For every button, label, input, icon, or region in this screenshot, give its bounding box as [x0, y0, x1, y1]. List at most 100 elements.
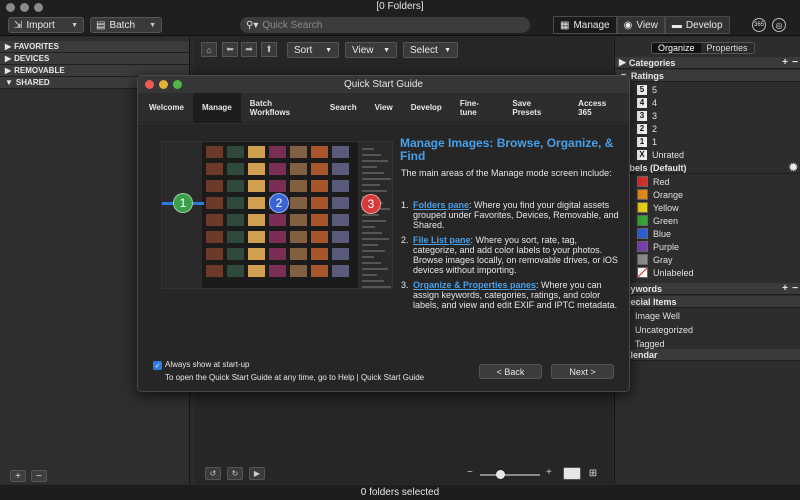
file-list-pane-link[interactable]: File List pane — [413, 235, 471, 245]
tab-batch-workflows[interactable]: Batch Workflows — [241, 93, 321, 123]
preview-thumbnail — [290, 180, 307, 192]
tab-view[interactable]: View — [366, 93, 402, 123]
dialog-heading: Manage Images: Browse, Organize, & Find — [400, 136, 614, 163]
rotate-right-icon[interactable]: ↻ — [227, 467, 243, 480]
zoom-out-icon[interactable]: − — [467, 467, 473, 478]
gear-icon[interactable]: ✹ — [789, 161, 798, 174]
label-row[interactable]: Green — [615, 214, 800, 227]
preview-thumbnail — [227, 248, 244, 260]
preview-thumbnail — [269, 163, 286, 175]
rating-row[interactable]: 22 — [615, 122, 800, 135]
add-keyword-icon[interactable]: + — [782, 283, 788, 294]
label-row[interactable]: Purple — [615, 240, 800, 253]
list-text: Organize & Properties panes: Where you c… — [413, 280, 623, 310]
preview-thumbnail — [311, 163, 328, 175]
remove-keyword-icon[interactable]: − — [792, 283, 798, 294]
tab-develop[interactable]: Develop — [402, 93, 451, 123]
view-dropdown-label: View — [352, 44, 374, 56]
add-folder-button[interactable]: + — [10, 470, 26, 482]
dialog-body: 1 2 3 Manage Images: Browse, Organize, &… — [138, 124, 629, 391]
rating-row[interactable]: 55 — [615, 83, 800, 96]
add-category-icon[interactable]: + — [782, 57, 788, 68]
list-number: 2. — [401, 235, 409, 245]
organize-properties-link[interactable]: Organize & Properties panes — [413, 280, 536, 290]
label-row[interactable]: Blue — [615, 227, 800, 240]
slideshow-icon[interactable]: ▶ — [249, 467, 265, 480]
forward-arrow-icon[interactable]: ➡ — [241, 42, 257, 57]
preview-folders-pane — [162, 142, 202, 288]
special-item[interactable]: Uncategorized — [615, 323, 800, 336]
tab-access-365[interactable]: Access 365 — [569, 93, 629, 123]
preview-panel-line — [362, 178, 391, 180]
rating-row[interactable]: X Unrated — [615, 148, 800, 161]
sort-dropdown[interactable]: Sort ▼ — [287, 42, 339, 58]
label-name: Blue — [653, 228, 672, 239]
remove-folder-button[interactable]: − — [31, 470, 47, 482]
batch-button[interactable]: ▤ Batch ▼ — [90, 17, 162, 33]
remove-category-icon[interactable]: − — [792, 57, 798, 68]
import-button[interactable]: ⇲ Import ▼ — [8, 17, 84, 33]
special-item[interactable]: Image Well — [615, 309, 800, 322]
tab-save-presets[interactable]: Save Presets — [503, 93, 569, 123]
tab-fine-tune[interactable]: Fine-tune — [451, 93, 504, 123]
label-row[interactable]: Gray — [615, 253, 800, 266]
access-365-icon[interactable]: 365 — [752, 18, 766, 32]
calendar-header[interactable]: Calendar — [615, 349, 800, 361]
categories-header[interactable]: ▶ Categories + − — [615, 57, 800, 69]
slider-knob[interactable] — [496, 470, 505, 479]
next-button[interactable]: Next > — [551, 364, 614, 379]
thumbnail-size-slider[interactable] — [480, 470, 540, 479]
keywords-header[interactable]: Keywords + − — [615, 283, 800, 295]
tab-welcome[interactable]: Welcome — [138, 93, 193, 123]
select-label: Select — [410, 44, 438, 56]
list-item: 1. Folders pane: Where you find your dig… — [401, 200, 623, 230]
rating-row[interactable]: 11 — [615, 135, 800, 148]
label-row[interactable]: Orange — [615, 188, 800, 201]
tab-manage[interactable]: Manage — [192, 92, 241, 123]
preview-thumbnail — [206, 146, 223, 158]
chevron-down-icon: ▼ — [383, 46, 390, 54]
zoom-in-icon[interactable]: + — [546, 467, 552, 478]
develop-mode-button[interactable]: ▬ Develop — [664, 16, 730, 34]
rotate-left-icon[interactable]: ↺ — [205, 467, 221, 480]
label-row[interactable]: Red — [615, 175, 800, 188]
labels-header[interactable]: Labels (Default) ✹ — [615, 162, 800, 174]
rating-row[interactable]: 44 — [615, 96, 800, 109]
folder-up-icon[interactable]: ⌂ — [201, 42, 217, 57]
search-input[interactable]: ⚲▾ Quick Search — [240, 17, 530, 33]
preview-panel-line — [362, 226, 375, 228]
dialog-tabs: Welcome Manage Batch Workflows Search Vi… — [138, 92, 629, 123]
favorites-section[interactable]: ▶ FAVORITES — [0, 41, 189, 53]
ratings-header[interactable]: ▼ Ratings — [615, 70, 800, 82]
preview-panel-line — [362, 274, 377, 276]
manage-mode-button[interactable]: ▦ Manage — [553, 16, 617, 34]
back-button[interactable]: < Back — [479, 364, 542, 379]
devices-section[interactable]: ▶ DEVICES — [0, 53, 189, 65]
back-arrow-icon[interactable]: ⬅ — [222, 42, 238, 57]
tab-organize[interactable]: Organize — [652, 43, 701, 53]
tab-properties[interactable]: Properties — [700, 43, 754, 53]
dialog-intro: The main areas of the Manage mode screen… — [401, 168, 612, 178]
preview-thumbnail — [206, 248, 223, 260]
preview-panel-line — [362, 286, 391, 288]
grid-view-icon[interactable]: ⊞ — [585, 467, 601, 480]
preview-thumbnail — [311, 265, 328, 277]
folders-pane-link[interactable]: Folders pane — [413, 200, 469, 210]
label-row[interactable]: Yellow — [615, 201, 800, 214]
always-show-checkbox[interactable]: ✓ — [153, 361, 162, 370]
label-name: Purple — [653, 241, 680, 252]
thumbnail-view-icon[interactable] — [563, 467, 581, 480]
rating-row[interactable]: 33 — [615, 109, 800, 122]
select-dropdown[interactable]: Select ▼ — [403, 42, 458, 58]
special-items-header[interactable]: Special Items — [615, 296, 800, 308]
view-mode-button[interactable]: ◉ View — [616, 16, 665, 34]
eye-settings-icon[interactable]: ◎ — [772, 18, 786, 32]
up-arrow-icon[interactable]: ⬆ — [261, 42, 277, 57]
tab-search[interactable]: Search — [321, 93, 366, 123]
preview-thumbnail — [311, 180, 328, 192]
list-text: File List pane: Where you sort, rate, ta… — [413, 235, 623, 275]
view-dropdown[interactable]: View ▼ — [345, 42, 397, 58]
preview-thumbnail — [206, 214, 223, 226]
label-row[interactable]: Unlabeled — [615, 266, 800, 279]
section-label: REMOVABLE — [14, 66, 65, 75]
